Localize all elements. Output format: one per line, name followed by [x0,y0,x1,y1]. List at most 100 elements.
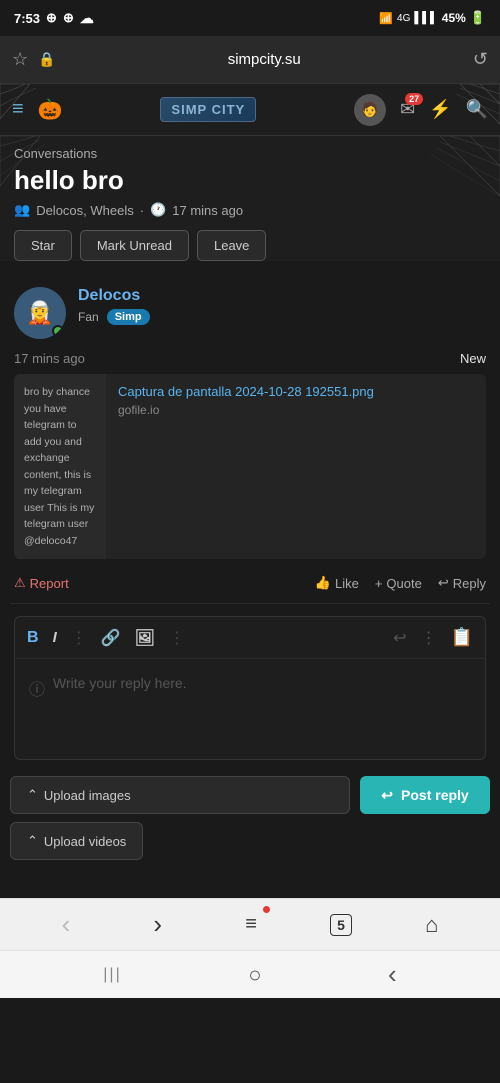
upload-videos-button[interactable]: ⌃ Upload videos [10,822,143,860]
username[interactable]: Delocos [78,287,486,305]
tab-count[interactable]: 5 [330,914,352,936]
upload-videos-label: Upload videos [44,834,126,849]
report-label: Report [30,576,69,591]
menu-button[interactable]: ≡ [235,909,267,940]
forward-button[interactable]: › [143,905,172,944]
user-info: Delocos Fan Simp [78,287,486,325]
upload-images-label: Upload images [44,788,131,803]
more-options-button[interactable]: ⋮ [421,628,437,648]
mark-unread-button[interactable]: Mark Unread [80,230,189,261]
tabs-wrapper: ≡ [235,909,267,940]
notification-dot [263,906,270,913]
report-icon: ⚠ [14,575,26,591]
message-time-row: 17 mins ago New [10,347,490,370]
conversation-meta: 👥 Delocos, Wheels · 🕐 17 mins ago [14,202,486,218]
refresh-icon[interactable]: ↺ [473,49,488,70]
attachment-host: gofile.io [118,403,474,417]
url-bar[interactable]: simpcity.su [66,51,463,68]
status-time: 7:53 ⊕ ⊕ ☁ [14,10,94,27]
editor-toolbar: B I ⋮ 🔗 🖼 ⋮ ↩ ⋮ 📋 [15,617,485,659]
battery-icon: 🔋 [470,10,486,26]
message-body-text: bro by chance you have telegram to add y… [24,386,94,547]
back-button[interactable]: ‹ [52,905,81,944]
upload-images-button[interactable]: ⌃ Upload images [10,776,350,814]
post-reply-icon: ↩ [381,787,393,804]
conversation-actions: Star Mark Unread Leave [14,230,486,261]
message-attachment: Captura de pantalla 2024-10-28 192551.pn… [106,374,486,559]
hamburger-menu-icon[interactable]: ≡ [12,98,24,121]
time: 7:53 [14,11,40,26]
site-logo: SIMP CITY [77,97,340,122]
clock-icon: 🕐 [150,202,166,218]
mail-badge: 27 [405,93,423,105]
android-bars-icon: ||| [103,966,121,984]
dot-separator: · [140,203,144,218]
page-title: hello bro [14,165,486,196]
mail-icon[interactable]: ✉ 27 [400,99,415,120]
notifications-icon[interactable]: ⚡ [429,99,451,120]
post-reply-label: Post reply [401,787,469,803]
like-label: Like [335,576,359,591]
user-avatar: 🧝 [14,287,66,339]
message-timestamp: 17 mins ago [14,351,85,366]
lock-icon: 🔒 [38,51,55,68]
android-back-icon[interactable]: ‹ [388,959,397,990]
bottom-spacer [0,868,500,898]
quote-label: Quote [386,576,421,591]
breadcrumb: Conversations [14,146,486,161]
battery: 45% [442,11,466,25]
plus-icon: + [375,576,383,591]
reply-button[interactable]: ↩ Reply [438,575,486,591]
bottom-actions: ⌃ Upload images ↩ Post reply ⌃ Upload vi… [0,768,500,868]
home-button[interactable]: ⌂ [415,908,448,942]
source-button[interactable]: 📋 [451,627,473,648]
location-icon-2: ⊕ [63,10,74,26]
user-badges: Fan Simp [78,309,486,325]
message-header: 🧝 Delocos Fan Simp [10,275,490,347]
signal-text: 4G [397,13,410,24]
thumbs-up-icon: 👍 [315,575,331,591]
search-icon[interactable]: 🔍 [466,99,488,120]
reply-editor: B I ⋮ 🔗 🖼 ⋮ ↩ ⋮ 📋 ⓘ Write your reply her… [14,616,486,760]
status-bar: 7:53 ⊕ ⊕ ☁ 📶 4G ▌▌▌ 45% 🔋 [0,0,500,36]
message-content: bro by chance you have telegram to add y… [14,374,486,559]
new-badge: New [460,351,486,366]
cloud-icon: ☁ [80,10,94,27]
report-button[interactable]: ⚠ Report [14,575,69,591]
link-button[interactable]: 🔗 [101,628,121,648]
nav-bar: ≡ 🎃 SIMP CITY 🧑 ✉ 27 ⚡ 🔍 [0,84,500,136]
post-reply-button[interactable]: ↩ Post reply [360,776,490,814]
like-button[interactable]: 👍 Like [315,575,359,591]
bookmark-icon[interactable]: ☆ [12,49,28,70]
editor-body[interactable]: ⓘ Write your reply here. [15,659,485,759]
bold-button[interactable]: B [27,629,39,647]
italic-button[interactable]: I [53,629,57,646]
message-actions: ⚠ Report 👍 Like + Quote ↩ Reply [10,563,490,604]
editor-placeholder: Write your reply here. [53,675,187,691]
badge-simp: Simp [107,309,150,325]
attachment-link[interactable]: Captura de pantalla 2024-10-28 192551.pn… [118,384,474,399]
undo-button[interactable]: ↩ [393,628,406,648]
browser-bar: ☆ 🔒 simpcity.su ↺ [0,36,500,84]
wifi-icon: 📶 [379,12,393,25]
conversations-section: Conversations hello bro 👥 Delocos, Wheel… [0,136,500,261]
time-ago: 17 mins ago [172,203,243,218]
participants-icon: 👥 [14,202,30,218]
upload-videos-icon: ⌃ [27,833,38,849]
location-icon: ⊕ [46,10,57,26]
star-button[interactable]: Star [14,230,72,261]
message-area: 🧝 Delocos Fan Simp 17 mins ago New bro b… [0,275,500,760]
quote-button[interactable]: + Quote [375,576,422,591]
placeholder-icon: ⓘ [29,676,45,700]
leave-button[interactable]: Leave [197,230,266,261]
upload-images-icon: ⌃ [27,787,38,803]
online-indicator [52,325,64,337]
upload-row: ⌃ Upload images ↩ Post reply [10,776,490,814]
user-avatar-nav[interactable]: 🧑 [354,94,386,126]
badge-fan: Fan [78,310,99,324]
android-nav-bar: ||| ○ ‹ [0,950,500,998]
image-button[interactable]: 🖼 [135,628,155,648]
android-home-icon[interactable]: ○ [248,962,261,988]
status-right: 📶 4G ▌▌▌ 45% 🔋 [379,10,486,26]
signal-bars: ▌▌▌ [414,12,437,24]
